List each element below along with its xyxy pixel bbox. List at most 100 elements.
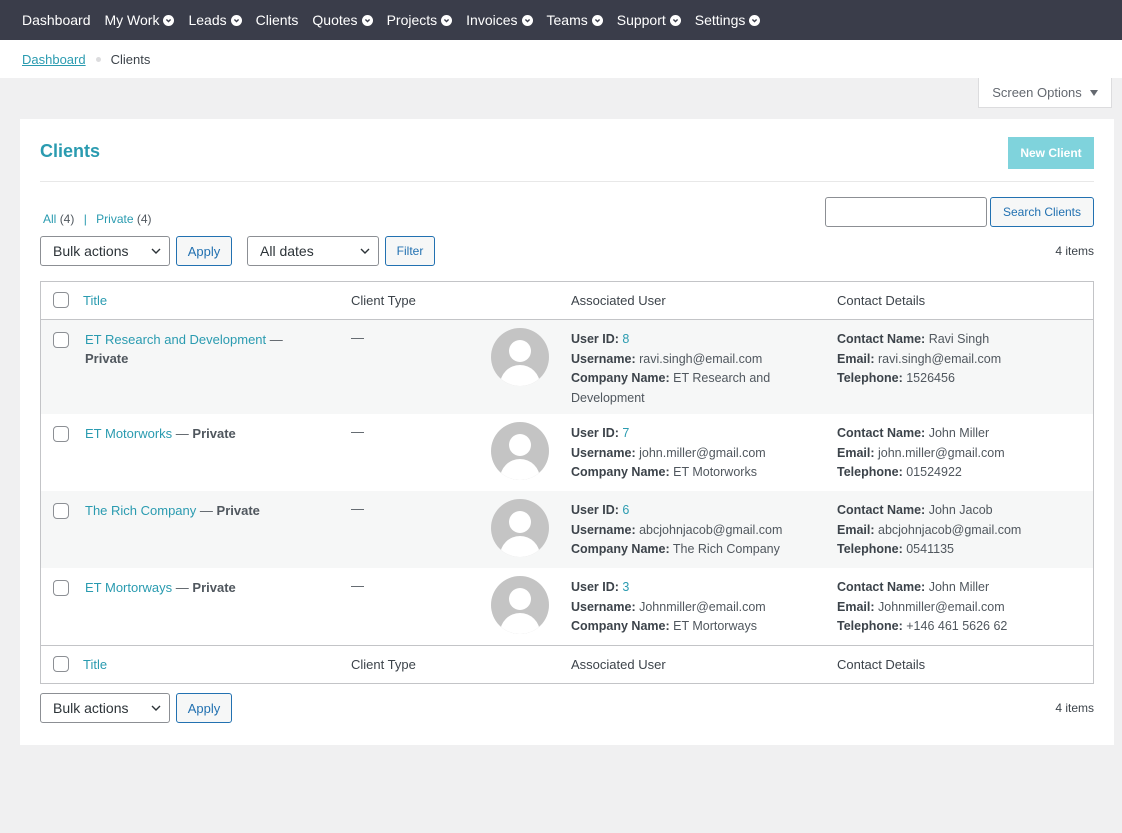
telephone-value: 0541135 <box>906 542 954 556</box>
username-label: Username: <box>571 599 636 614</box>
dash: — <box>269 332 283 347</box>
nav-projects[interactable]: Projects <box>387 12 453 28</box>
telephone-value: 01524922 <box>906 465 962 479</box>
nav-label: Quotes <box>312 12 358 28</box>
nav-leads[interactable]: Leads <box>188 12 242 28</box>
search-input[interactable] <box>825 197 987 227</box>
client-title: ET Research and Development — Private <box>85 330 300 368</box>
nav-invoices[interactable]: Invoices <box>466 12 533 28</box>
company-label: Company Name: <box>571 465 670 479</box>
nav-teams[interactable]: Teams <box>547 12 603 28</box>
client-title-link[interactable]: ET Research and Development <box>85 332 266 347</box>
username-value: Johnmiller@email.com <box>639 599 766 614</box>
view-all-link[interactable]: All <box>43 212 56 226</box>
chevron-down-icon <box>749 14 761 26</box>
user-id-label: User ID: <box>571 580 619 594</box>
contact-details: Contact Name: Ravi Singh Email: ravi.sin… <box>837 330 1087 389</box>
nav-settings[interactable]: Settings <box>695 12 761 28</box>
nav-label: Invoices <box>466 12 518 28</box>
avatar-head <box>509 340 531 362</box>
username-label: Username: <box>571 522 636 537</box>
company-value: ET Mortorways <box>673 619 757 633</box>
email-value: abcjohnjacob@gmail.com <box>878 522 1022 537</box>
client-title: The Rich Company — Private <box>85 501 300 520</box>
dash: — <box>175 580 189 595</box>
bulk-actions-value: Bulk actions <box>53 243 129 259</box>
username-label: Username: <box>571 351 636 366</box>
client-title-link[interactable]: The Rich Company <box>85 503 196 518</box>
table-row: ET Motorworks — Private — User ID: 7 Use… <box>41 414 1093 491</box>
table-row: ET Mortorways — Private — User ID: 3 Use… <box>41 568 1093 645</box>
avatar <box>491 422 549 480</box>
nav-quotes[interactable]: Quotes <box>312 12 373 28</box>
row-checkbox[interactable] <box>53 580 69 596</box>
view-all-count: (4) <box>59 212 75 226</box>
contact-name-value: John Miller <box>928 580 990 594</box>
column-title-sort[interactable]: Title <box>83 293 107 308</box>
client-title: ET Motorworks — Private <box>85 424 300 443</box>
avatar-body <box>500 536 540 557</box>
telephone-label: Telephone: <box>837 542 903 556</box>
client-title-link[interactable]: ET Mortorways <box>85 580 172 595</box>
bulk-actions-select[interactable]: Bulk actions <box>40 236 170 266</box>
contact-name-label: Contact Name: <box>837 426 926 440</box>
user-id-link[interactable]: 3 <box>622 580 629 594</box>
table-footer: Title Client Type Associated User Contac… <box>41 645 1093 683</box>
chevron-down-icon <box>361 14 373 26</box>
apply-button-bottom[interactable]: Apply <box>176 693 232 723</box>
nav-label: My Work <box>104 12 160 28</box>
nav-label: Leads <box>188 12 227 28</box>
email-label: Email: <box>837 351 875 366</box>
user-id-link[interactable]: 8 <box>622 332 629 346</box>
avatar-body <box>500 365 540 386</box>
post-state: Private <box>192 580 236 595</box>
view-filters: All (4) | Private (4) <box>43 212 152 226</box>
nav-my-work[interactable]: My Work <box>105 12 175 28</box>
post-state: Private <box>192 426 236 441</box>
dash: — <box>199 503 213 518</box>
avatar-body <box>500 459 540 480</box>
contact-name-label: Contact Name: <box>837 332 926 346</box>
filter-button[interactable]: Filter <box>385 236 435 266</box>
chevron-down-icon <box>151 705 161 711</box>
nav-support[interactable]: Support <box>617 12 681 28</box>
row-checkbox[interactable] <box>53 332 69 348</box>
nav-dashboard[interactable]: Dashboard <box>22 12 91 28</box>
row-checkbox[interactable] <box>53 503 69 519</box>
user-id-link[interactable]: 6 <box>622 503 629 517</box>
row-checkbox[interactable] <box>53 426 69 442</box>
search-clients-button[interactable]: Search Clients <box>990 197 1094 227</box>
breadcrumb-current: Clients <box>110 51 151 67</box>
associated-user: User ID: 7 Username: john.miller@gmail.c… <box>571 424 801 483</box>
triangle-down-icon <box>1089 89 1098 96</box>
nav-clients[interactable]: Clients <box>256 12 299 28</box>
post-state: Private <box>85 351 129 366</box>
associated-user: User ID: 3 Username: Johnmiller@email.co… <box>571 578 801 637</box>
avatar <box>491 499 549 557</box>
contact-name-value: Ravi Singh <box>928 332 990 346</box>
email-value: john.miller@gmail.com <box>878 445 1005 460</box>
nav-label: Dashboard <box>22 12 91 28</box>
bulk-actions-select-bottom[interactable]: Bulk actions <box>40 693 170 723</box>
contact-details: Contact Name: John Miller Email: john.mi… <box>837 424 1087 483</box>
user-id-link[interactable]: 7 <box>622 426 629 440</box>
select-all-checkbox[interactable] <box>53 292 69 308</box>
dates-select[interactable]: All dates <box>247 236 379 266</box>
apply-button[interactable]: Apply <box>176 236 232 266</box>
table-row: The Rich Company — Private — User ID: 6 … <box>41 491 1093 568</box>
table-row: ET Research and Development — Private — … <box>41 320 1093 414</box>
client-title: ET Mortorways — Private <box>85 578 300 597</box>
user-id-label: User ID: <box>571 503 619 517</box>
column-title-sort[interactable]: Title <box>83 657 107 672</box>
associated-user: User ID: 8 Username: ravi.singh@email.co… <box>571 330 801 408</box>
new-client-button[interactable]: New Client <box>1008 137 1094 169</box>
telephone-label: Telephone: <box>837 371 903 385</box>
username-value: ravi.singh@email.com <box>639 351 763 366</box>
view-private-link[interactable]: Private <box>96 212 133 226</box>
chevron-down-icon <box>151 248 161 254</box>
client-title-link[interactable]: ET Motorworks <box>85 426 172 441</box>
breadcrumb-home-link[interactable]: Dashboard <box>22 52 86 67</box>
screen-options-button[interactable]: Screen Options <box>978 78 1112 108</box>
select-all-checkbox[interactable] <box>53 656 69 672</box>
telephone-label: Telephone: <box>837 619 903 633</box>
